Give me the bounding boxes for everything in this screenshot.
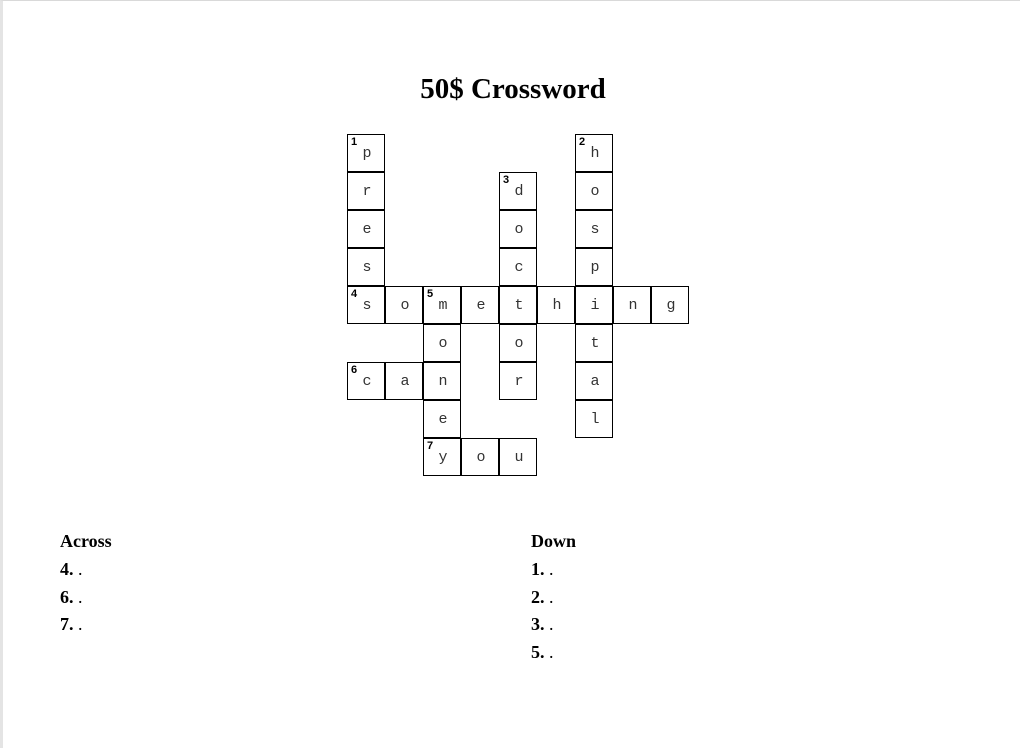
cell-letter: e: [476, 297, 486, 314]
clue-down-3: 3. .: [531, 611, 576, 639]
cell-letter: c: [362, 373, 372, 390]
cell-letter: l: [590, 411, 600, 428]
clue-text: .: [549, 586, 554, 607]
cell-letter: s: [590, 221, 600, 238]
down-clues: Down 1. . 2. . 3. . 5. .: [531, 530, 576, 666]
cell-letter: y: [438, 449, 448, 466]
clue-across-4: 4. .: [60, 556, 112, 584]
grid-cell[interactable]: s: [347, 248, 385, 286]
grid-cell[interactable]: r: [347, 172, 385, 210]
clue-text: .: [78, 614, 83, 634]
grid-cell[interactable]: a: [385, 362, 423, 400]
cell-letter: e: [362, 221, 372, 238]
cell-letter: n: [628, 297, 638, 314]
grid-cell[interactable]: e: [461, 286, 499, 324]
cell-letter: o: [438, 335, 448, 352]
cell-letter: h: [552, 297, 562, 314]
across-clues: Across 4. . 6. . 7. .: [60, 530, 112, 639]
grid-cell[interactable]: c: [499, 248, 537, 286]
grid-cell[interactable]: n: [423, 362, 461, 400]
cell-letter: c: [514, 259, 524, 276]
grid-cell[interactable]: t: [575, 324, 613, 362]
grid-cell[interactable]: o: [423, 324, 461, 362]
down-heading: Down: [531, 531, 577, 551]
clue-down-5: 5. .: [531, 639, 576, 667]
grid-cell[interactable]: 2h: [575, 134, 613, 172]
cell-letter: t: [590, 335, 600, 352]
grid-cell[interactable]: i: [575, 286, 613, 324]
cell-letter: o: [400, 297, 410, 314]
grid-cell[interactable]: o: [461, 438, 499, 476]
cell-letter: m: [438, 297, 448, 314]
grid-cell[interactable]: s: [575, 210, 613, 248]
clue-text: .: [549, 641, 554, 662]
grid-cell[interactable]: l: [575, 400, 613, 438]
cell-letter: o: [514, 221, 524, 238]
clue-down-1: 1. .: [531, 556, 576, 584]
cell-letter: n: [438, 373, 448, 390]
grid-cell[interactable]: 7y: [423, 438, 461, 476]
grid-cell[interactable]: 1p: [347, 134, 385, 172]
clue-number: 5.: [531, 641, 545, 662]
cell-letter: o: [476, 449, 486, 466]
grid-cell[interactable]: t: [499, 286, 537, 324]
cell-letter: d: [514, 183, 524, 200]
grid-cell[interactable]: 4s: [347, 286, 385, 324]
clue-number: 7.: [60, 614, 74, 634]
grid-cell[interactable]: r: [499, 362, 537, 400]
clue-number: 1.: [531, 559, 545, 579]
across-heading: Across: [60, 531, 112, 551]
cell-letter: g: [666, 297, 676, 314]
cell-letter: o: [514, 335, 524, 352]
cell-letter: s: [362, 259, 372, 276]
grid-cell[interactable]: g: [651, 286, 689, 324]
grid-cell[interactable]: o: [499, 210, 537, 248]
grid-cell[interactable]: a: [575, 362, 613, 400]
cell-letter: u: [514, 449, 524, 466]
cell-letter: r: [514, 373, 524, 390]
clue-text: .: [549, 559, 554, 579]
clue-down-2: 2. .: [531, 584, 576, 612]
clue-number: 6.: [60, 586, 74, 607]
cell-letter: t: [514, 297, 524, 314]
cell-letter: p: [362, 145, 372, 162]
grid-cell[interactable]: e: [423, 400, 461, 438]
grid-cell[interactable]: 6c: [347, 362, 385, 400]
crossword-grid: 1p 2h r 3d o e o s s c p 4s o 5m e t h i n g o o t 6c a n r a e l 7y o u: [3, 1, 1020, 501]
grid-cell[interactable]: o: [575, 172, 613, 210]
cell-letter: a: [590, 373, 600, 390]
clue-across-6: 6. .: [60, 584, 112, 612]
grid-cell[interactable]: h: [537, 286, 575, 324]
cell-letter: a: [400, 373, 410, 390]
clue-number: 2.: [531, 586, 545, 607]
grid-cell[interactable]: o: [499, 324, 537, 362]
clue-text: .: [78, 559, 83, 579]
cell-letter: i: [590, 297, 600, 314]
grid-cell[interactable]: 3d: [499, 172, 537, 210]
clue-number: 3.: [531, 614, 545, 634]
grid-cell[interactable]: p: [575, 248, 613, 286]
clue-across-7: 7. .: [60, 611, 112, 639]
clue-text: .: [549, 614, 554, 634]
grid-cell[interactable]: o: [385, 286, 423, 324]
cell-letter: s: [362, 297, 372, 314]
grid-cell[interactable]: 5m: [423, 286, 461, 324]
clue-text: .: [78, 586, 83, 607]
document-page: 50$ Crossword 1p2hr3doeosscp4so5methingo…: [0, 0, 1020, 748]
clue-number: 4.: [60, 559, 74, 579]
cell-letter: o: [590, 183, 600, 200]
grid-cell[interactable]: u: [499, 438, 537, 476]
cell-letter: r: [362, 183, 372, 200]
cell-letter: p: [590, 259, 600, 276]
cell-letter: e: [438, 411, 448, 428]
cell-letter: h: [590, 145, 600, 162]
grid-cell[interactable]: n: [613, 286, 651, 324]
grid-cell[interactable]: e: [347, 210, 385, 248]
